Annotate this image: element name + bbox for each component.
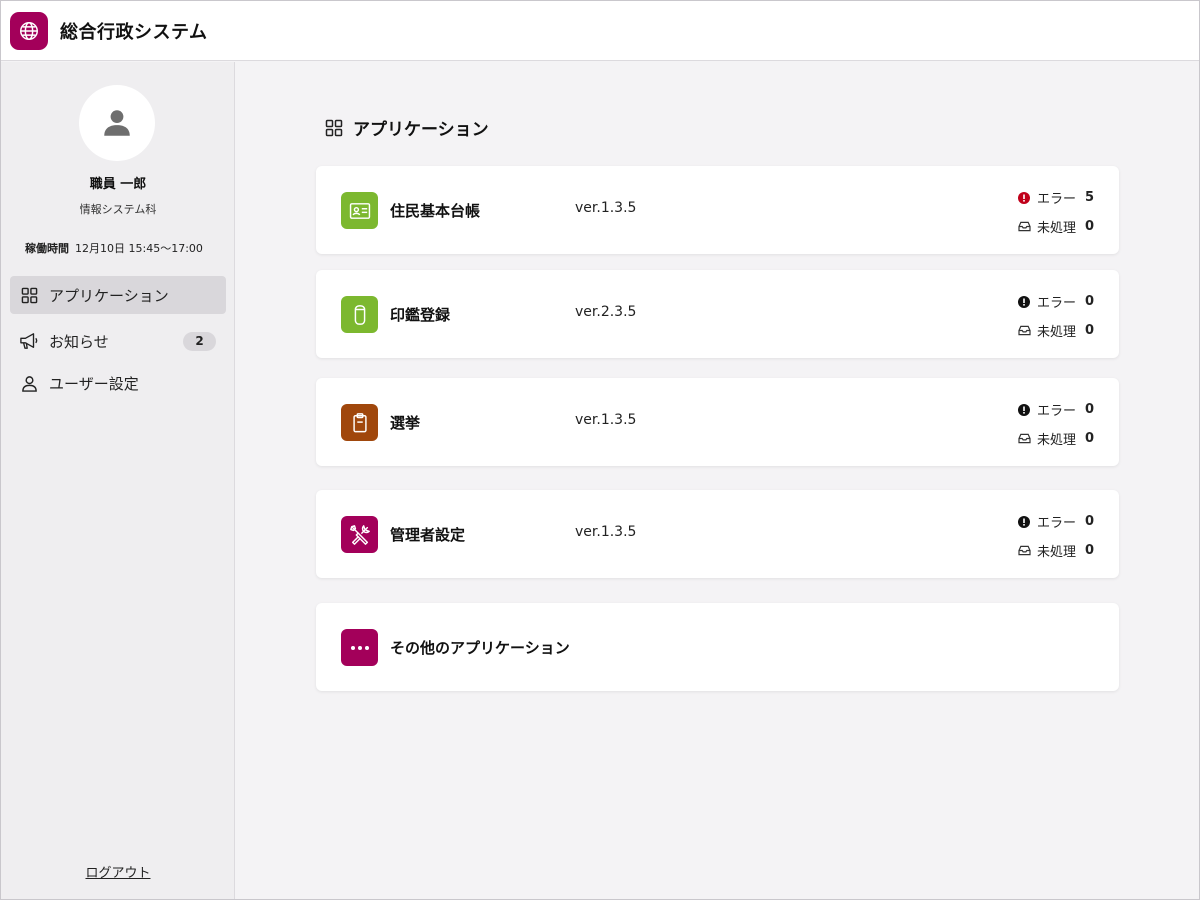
pending-count: 0 (1076, 543, 1094, 558)
pending-count: 0 (1076, 219, 1094, 234)
pending-count: 0 (1076, 431, 1094, 446)
alert-icon (1018, 295, 1031, 308)
app-name: 住民基本台帳 (390, 200, 480, 221)
app-card-election[interactable]: 選挙 ver.1.3.5 エラー 0 未処理 0 (316, 378, 1119, 466)
avatar (79, 85, 155, 161)
app-name: その他のアプリケーション (390, 637, 570, 658)
user-name: 職員 一郎 (1, 173, 235, 192)
alert-icon (1018, 403, 1031, 416)
worktime: 稼働時間 12月10日 15:45〜17:00 (25, 240, 203, 256)
error-status: エラー 5 (1018, 188, 1094, 207)
app-version: ver.1.3.5 (575, 200, 636, 216)
error-count: 0 (1076, 294, 1094, 309)
more-icon (341, 629, 378, 666)
error-status: エラー 0 (1018, 400, 1094, 419)
app-card-seal-registration[interactable]: 印鑑登録 ver.2.3.5 エラー 0 未処理 0 (316, 270, 1119, 358)
pending-count: 0 (1076, 323, 1094, 338)
error-count: 5 (1076, 190, 1094, 205)
pending-status: 未処理 0 (1018, 541, 1094, 560)
error-label: エラー (1037, 292, 1076, 311)
app-name: 管理者設定 (390, 524, 465, 545)
app-card-other-applications[interactable]: その他のアプリケーション (316, 603, 1119, 691)
section-title-text: アプリケーション (353, 115, 489, 140)
pending-status: 未処理 0 (1018, 217, 1094, 236)
alert-icon (1018, 515, 1031, 528)
sidebar-item-label: アプリケーション (49, 285, 169, 306)
logout-link[interactable]: ログアウト (1, 862, 235, 881)
inbox-icon (1018, 544, 1031, 557)
pending-status: 未処理 0 (1018, 321, 1094, 340)
app-card-admin-settings[interactable]: 管理者設定 ver.1.3.5 エラー 0 未処理 0 (316, 490, 1119, 578)
app-title: 総合行政システム (60, 18, 207, 44)
app-name: 印鑑登録 (390, 304, 450, 325)
error-status: エラー 0 (1018, 512, 1094, 531)
error-status: エラー 0 (1018, 292, 1094, 311)
user-department: 情報システム科 (1, 201, 235, 217)
inbox-icon (1018, 324, 1031, 337)
app-card-resident-registry[interactable]: 住民基本台帳 ver.1.3.5 エラー 5 未処理 0 (316, 166, 1119, 254)
worktime-label: 稼働時間 (25, 242, 69, 255)
app-version: ver.2.3.5 (575, 304, 636, 320)
error-label: エラー (1037, 512, 1076, 531)
megaphone-icon (19, 331, 39, 351)
pending-label: 未処理 (1037, 217, 1076, 236)
pending-label: 未処理 (1037, 429, 1076, 448)
pending-label: 未処理 (1037, 541, 1076, 560)
user-icon (19, 373, 39, 393)
error-label: エラー (1037, 188, 1076, 207)
sidebar-item-label: お知らせ (49, 331, 109, 352)
seal-icon (341, 296, 378, 333)
clipboard-icon (341, 404, 378, 441)
app-version: ver.1.3.5 (575, 412, 636, 428)
notice-count-badge: 2 (183, 332, 216, 351)
error-count: 0 (1076, 402, 1094, 417)
sidebar-item-notices[interactable]: お知らせ 2 (10, 322, 226, 360)
user-avatar-icon (100, 106, 134, 140)
app-name: 選挙 (390, 412, 420, 433)
header-bar: 総合行政システム (1, 1, 1199, 61)
section-title: アプリケーション (325, 115, 489, 140)
sidebar-item-user-settings[interactable]: ユーザー設定 (10, 364, 226, 402)
grid-icon (19, 285, 39, 305)
grid-icon (325, 119, 343, 137)
error-label: エラー (1037, 400, 1076, 419)
app-version: ver.1.3.5 (575, 524, 636, 540)
globe-icon (10, 12, 48, 50)
worktime-value: 12月10日 15:45〜17:00 (75, 242, 203, 255)
inbox-icon (1018, 220, 1031, 233)
pending-label: 未処理 (1037, 321, 1076, 340)
sidebar: 職員 一郎 情報システム科 稼働時間 12月10日 15:45〜17:00 アプリ… (1, 62, 235, 900)
tools-icon (341, 516, 378, 553)
sidebar-item-label: ユーザー設定 (49, 373, 139, 394)
error-count: 0 (1076, 514, 1094, 529)
app-window: 総合行政システム 職員 一郎 情報システム科 稼働時間 12月10日 15:45〜… (0, 0, 1200, 900)
pending-status: 未処理 0 (1018, 429, 1094, 448)
id-card-icon (341, 192, 378, 229)
alert-icon (1018, 191, 1031, 204)
inbox-icon (1018, 432, 1031, 445)
sidebar-item-applications[interactable]: アプリケーション (10, 276, 226, 314)
